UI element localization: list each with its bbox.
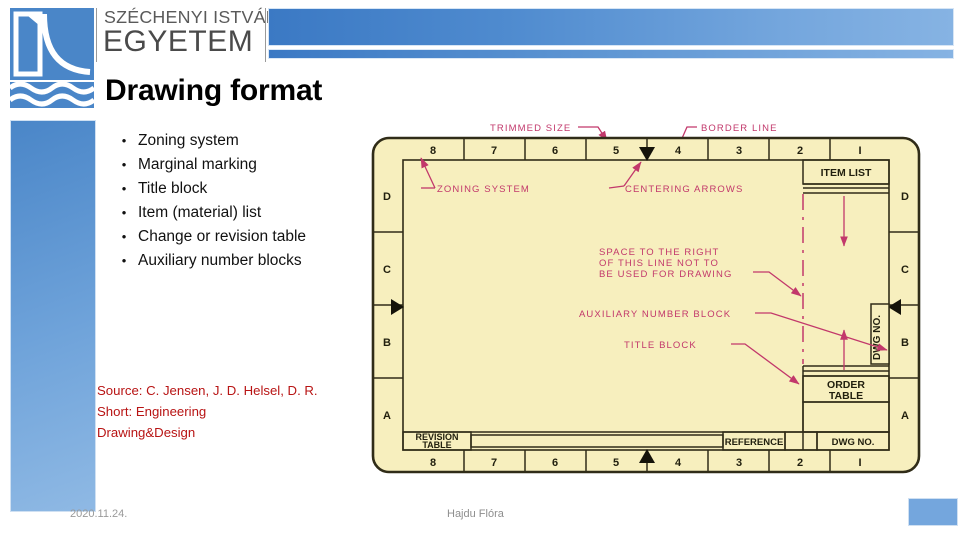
- zone-letter: B: [383, 337, 391, 349]
- zone-number: 2: [797, 145, 803, 157]
- zone-letter: A: [901, 410, 909, 422]
- callout-zoning-system: ZONING SYSTEM: [437, 184, 530, 195]
- reference-label: REFERENCE: [725, 437, 784, 448]
- zone-number: 5: [613, 145, 619, 157]
- callout-space-2: OF THIS LINE NOT TO: [599, 258, 719, 269]
- bullet-glyph: •: [121, 205, 127, 220]
- callout-centering-arrows: CENTERING ARROWS: [625, 184, 743, 195]
- source-line-2: Short: Engineering: [97, 404, 207, 419]
- list-item-label: Item (material) list: [138, 204, 262, 221]
- header-bar-secondary: [268, 49, 954, 59]
- list-item-label: Title block: [138, 180, 208, 197]
- list-item: • Item (material) list: [110, 202, 370, 226]
- zone-number: I: [858, 457, 861, 469]
- zone-number: 7: [491, 145, 497, 157]
- source-line-3: Drawing&Design: [97, 425, 196, 440]
- dwg-no-side-label: DWG NO.: [872, 315, 883, 360]
- list-item: • Auxiliary number blocks: [110, 250, 370, 274]
- szechenyi-university-logo-icon: [8, 8, 96, 114]
- footer-accent-block: [908, 498, 958, 526]
- wordmark-left-divider: [96, 8, 97, 62]
- callout-trimmed-size: TRIMMED SIZE: [490, 123, 571, 134]
- list-item-label: Marginal marking: [138, 156, 257, 173]
- figure-sheet: 8 7 6 5 4 3 2 I 8 7 6 5 4 3 2 I D C B A …: [371, 136, 921, 474]
- order-table-label-2: TABLE: [829, 390, 863, 402]
- list-item: • Zoning system: [110, 130, 370, 154]
- callout-border-line: BORDER LINE: [701, 123, 778, 134]
- zone-letter: D: [901, 191, 909, 203]
- list-item: • Marginal marking: [110, 154, 370, 178]
- dwg-no-side-tab: DWG NO.: [870, 303, 890, 365]
- zone-number: I: [858, 145, 861, 157]
- bullet-glyph: •: [121, 181, 127, 196]
- zone-number: 8: [430, 457, 436, 469]
- footer-author: Hajdu Flóra: [447, 508, 504, 520]
- left-accent-rail: [10, 120, 96, 512]
- zone-letter: C: [383, 264, 391, 276]
- zone-number: 6: [552, 145, 558, 157]
- zone-number: 5: [613, 457, 619, 469]
- footer-date: 2020.11.24.: [70, 508, 128, 520]
- zone-number: 7: [491, 457, 497, 469]
- wordmark-right-divider: [265, 8, 266, 62]
- source-citation: Source: C. Jensen, J. D. Helsel, D. R. S…: [97, 380, 367, 443]
- zone-number: 3: [736, 457, 742, 469]
- zone-letter: A: [383, 410, 391, 422]
- bullet-glyph: •: [121, 253, 127, 268]
- item-list-label: ITEM LIST: [821, 167, 872, 179]
- zone-number: 8: [430, 145, 436, 157]
- drawing-format-diagram: TRIMMED SIZE BORDER LINE 8 7 6 5 4 3 2 I…: [371, 114, 925, 476]
- dwg-no-bottom-label: DWG NO.: [832, 437, 875, 448]
- brand-line2: EGYETEM: [103, 25, 254, 58]
- bullet-glyph: •: [121, 229, 127, 244]
- list-item-label: Zoning system: [138, 132, 239, 149]
- figure-callout-top: TRIMMED SIZE BORDER LINE: [490, 123, 778, 134]
- zone-number: 6: [552, 457, 558, 469]
- list-item-label: Auxiliary number blocks: [138, 252, 302, 269]
- zone-letter: B: [901, 337, 909, 349]
- bullet-glyph: •: [121, 157, 127, 172]
- list-item: • Change or revision table: [110, 226, 370, 250]
- callout-title-block: TITLE BLOCK: [624, 340, 697, 351]
- slide-root: SZÉCHENYI ISTVÁN EGYETEM Drawing format …: [0, 0, 960, 540]
- brand-wordmark: SZÉCHENYI ISTVÁN EGYETEM: [96, 6, 279, 64]
- zone-number: 3: [736, 145, 742, 157]
- bullet-list: • Zoning system • Marginal marking • Tit…: [110, 130, 370, 274]
- zone-number: 2: [797, 457, 803, 469]
- bullet-glyph: •: [121, 133, 127, 148]
- header-bar-primary: [268, 8, 954, 46]
- list-item: • Title block: [110, 178, 370, 202]
- zone-number: 4: [675, 145, 682, 157]
- zone-number: 4: [675, 457, 682, 469]
- page-title: Drawing format: [105, 74, 323, 107]
- revision-table-label-2: TABLE: [422, 440, 451, 450]
- callout-space-1: SPACE TO THE RIGHT: [599, 247, 719, 258]
- zone-letter: C: [901, 264, 909, 276]
- source-line-1: Source: C. Jensen, J. D. Helsel, D. R.: [97, 383, 318, 398]
- list-item-label: Change or revision table: [138, 228, 307, 245]
- callout-auxiliary-number-block: AUXILIARY NUMBER BLOCK: [579, 309, 731, 320]
- zone-letter: D: [383, 191, 391, 203]
- callout-space-3: BE USED FOR DRAWING: [599, 269, 733, 280]
